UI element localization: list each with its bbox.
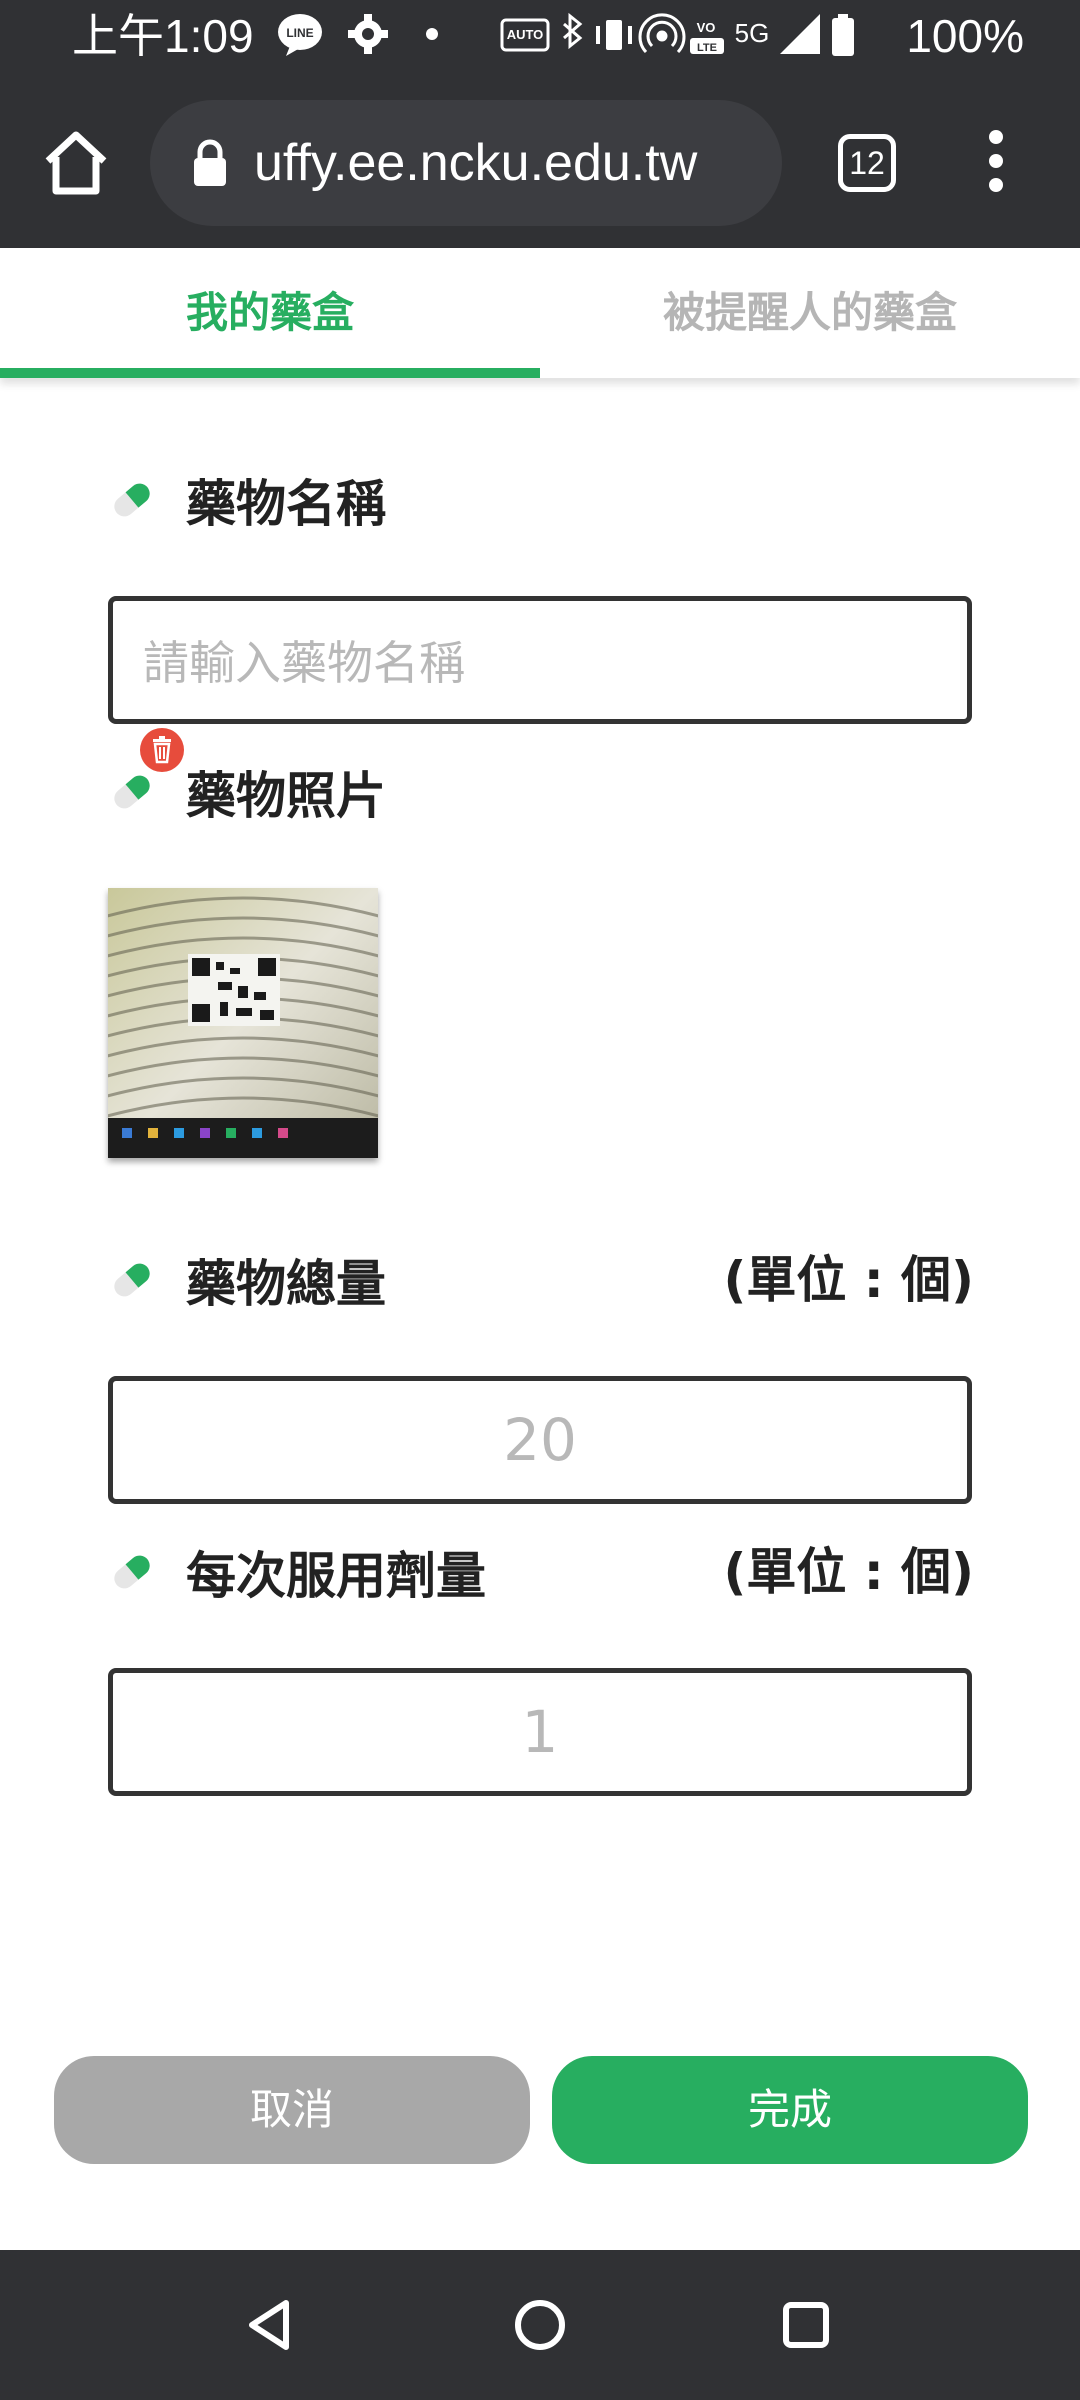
dot-icon: [426, 28, 438, 40]
battery-percentage: 100%: [906, 10, 1024, 62]
dose-per-use-label: 每次服用劑量: [108, 1532, 486, 1612]
5g-icon: 5G: [735, 18, 770, 48]
home-icon[interactable]: [40, 127, 112, 199]
pill-icon: [114, 1555, 150, 1589]
settings-icon: [348, 14, 388, 54]
tab-reminded-pillbox[interactable]: 被提醒人的藥盒: [540, 248, 1080, 378]
trash-icon[interactable]: [140, 728, 184, 772]
home-nav-icon[interactable]: [510, 2295, 570, 2355]
photo-image: [108, 888, 378, 1158]
status-right-icons: AUTO VO LTE 5G 100%: [480, 0, 1080, 72]
more-menu-icon[interactable]: [976, 124, 1016, 200]
status-bar: 上午1:09 LINE AUTO VO LTE 5G 100%: [0, 0, 1080, 72]
tab-bar: 我的藥盒 被提醒人的藥盒: [0, 248, 1080, 378]
signal-icon: [780, 14, 820, 54]
medicine-name-title: 藥物名稱: [186, 475, 386, 533]
bluetooth-icon: [563, 12, 583, 50]
svg-text:LTE: LTE: [697, 42, 717, 54]
svg-text:VO: VO: [697, 20, 716, 35]
battery-icon: [832, 14, 854, 56]
dose-per-use-input[interactable]: 1: [108, 1668, 972, 1796]
medicine-name-input[interactable]: 請輸入藥物名稱: [108, 596, 972, 724]
hotspot-icon: [638, 13, 686, 54]
done-button[interactable]: 完成: [552, 2056, 1028, 2164]
tab-switcher-button[interactable]: 12: [838, 134, 896, 192]
back-icon[interactable]: [240, 2295, 300, 2355]
status-left-icons: LINE: [278, 14, 438, 56]
lock-icon[interactable]: [192, 138, 228, 188]
system-nav-bar: [0, 2250, 1080, 2400]
svg-text:LINE: LINE: [286, 26, 313, 40]
cancel-button[interactable]: 取消: [54, 2056, 530, 2164]
auto-hz-icon: AUTO: [500, 18, 550, 52]
vibrate-icon: [596, 20, 632, 50]
line-icon: LINE: [278, 14, 322, 56]
address-bar[interactable]: uffy.ee.ncku.edu.tw: [150, 100, 782, 226]
medicine-name-label: 藥物名稱: [108, 460, 386, 540]
medicine-photo-title: 藥物照片: [186, 767, 386, 825]
tab-my-pillbox[interactable]: 我的藥盒: [0, 248, 540, 378]
medicine-total-input[interactable]: 20: [108, 1376, 972, 1504]
medicine-total-title: 藥物總量: [186, 1255, 386, 1313]
medicine-total-label: 藥物總量: [108, 1240, 386, 1320]
dose-per-use-unit: (單位 : 個): [723, 1543, 974, 1601]
volte-icon: VO LTE: [690, 20, 724, 54]
medicine-total-unit: (單位 : 個): [723, 1251, 974, 1309]
status-time: 上午1:09: [72, 10, 254, 62]
pill-icon: [114, 483, 150, 517]
browser-toolbar: uffy.ee.ncku.edu.tw 12: [0, 72, 1080, 248]
medicine-photo-thumbnail[interactable]: [108, 888, 378, 1158]
dose-per-use-title: 每次服用劑量: [186, 1547, 486, 1605]
url-text[interactable]: uffy.ee.ncku.edu.tw: [254, 100, 774, 226]
recents-icon[interactable]: [776, 2295, 836, 2355]
svg-text:AUTO: AUTO: [507, 27, 544, 42]
pill-icon: [114, 775, 150, 809]
pill-icon: [114, 1263, 150, 1297]
